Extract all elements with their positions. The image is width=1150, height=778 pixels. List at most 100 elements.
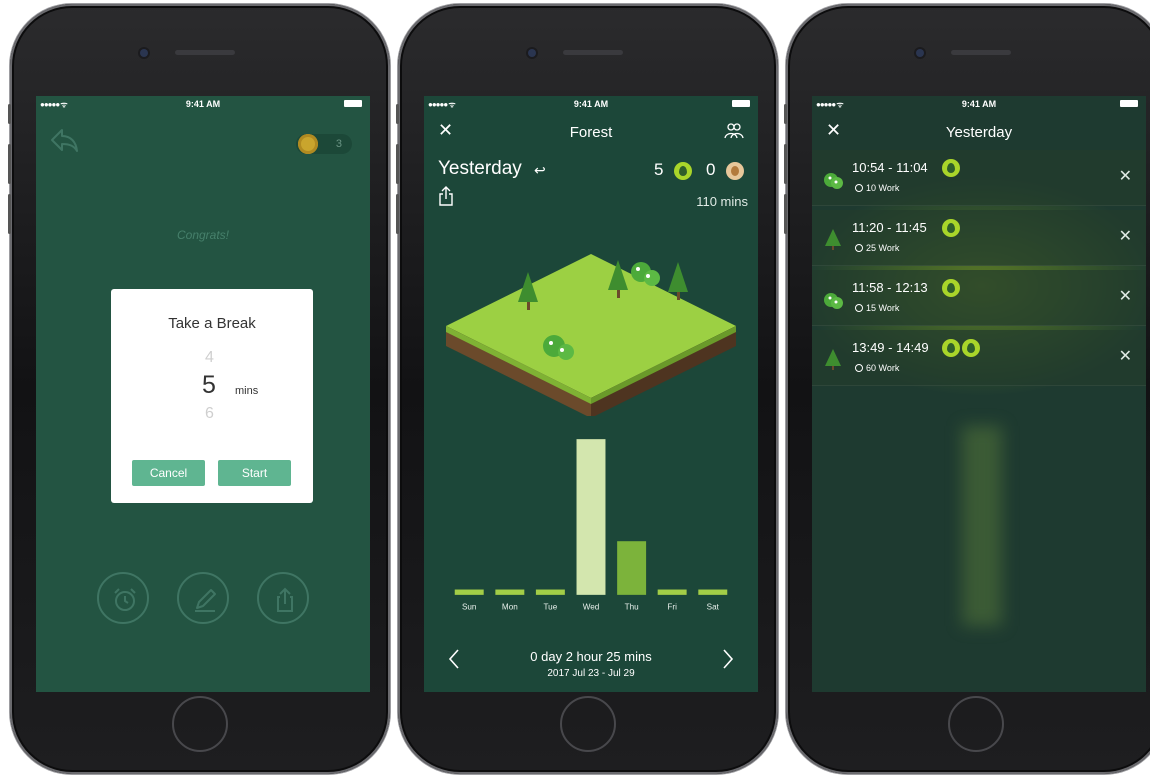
bar-tue[interactable] <box>535 589 565 595</box>
session-tag: 60 Work <box>855 363 899 373</box>
volume-down-button <box>784 194 787 234</box>
bush-icon <box>824 293 843 309</box>
battery-icon <box>1120 100 1138 107</box>
x-tick-label: Wed <box>583 602 600 611</box>
volume-up-button <box>8 144 11 184</box>
picker-previous-value[interactable]: 4 <box>205 349 214 367</box>
weekly-bar-chart: Sun Mon Tue Wed Thu Fri Sat <box>454 439 728 611</box>
session-time: 11:58 - 12:13 <box>852 280 928 295</box>
cancel-button[interactable]: Cancel <box>132 460 205 486</box>
phone-frame-1: ●●●●● ᯤ 9:41 AM 3 Congrats! Take a Break… <box>8 4 390 774</box>
page-title: Yesterday <box>945 124 1013 141</box>
home-button[interactable] <box>172 696 228 752</box>
front-camera <box>916 49 924 57</box>
leaf-icon <box>942 159 960 177</box>
session-duration: 25 <box>866 243 877 253</box>
earpiece-speaker <box>563 50 623 55</box>
picker-next-value[interactable]: 6 <box>205 405 214 423</box>
pine-tree-icon <box>825 229 841 250</box>
start-button[interactable]: Start <box>218 460 291 486</box>
alarm-button[interactable] <box>97 572 149 624</box>
trees-alive-count: 5 <box>654 160 664 179</box>
session-tag-label: Work <box>878 303 900 313</box>
delete-session-button[interactable]: ✕ <box>1119 226 1132 246</box>
status-time: 9:41 AM <box>573 99 609 109</box>
session-tag: 15 Work <box>855 303 899 313</box>
session-duration: 10 <box>866 183 877 193</box>
volume-up-button <box>784 144 787 184</box>
background-tree-glow <box>962 426 1002 626</box>
battery-icon <box>344 100 362 107</box>
volume-down-button <box>8 194 11 234</box>
volume-up-button <box>396 144 399 184</box>
session-row[interactable]: 10:54 - 11:04 10 Work ✕ <box>812 150 1146 206</box>
day-label[interactable]: Yesterday <box>438 158 522 180</box>
front-camera <box>528 49 536 57</box>
pine-tree-icon <box>825 349 841 370</box>
clock-icon <box>855 364 863 372</box>
bar-sat[interactable] <box>698 589 728 595</box>
bar-sun[interactable] <box>454 589 484 595</box>
session-tag-label: Work <box>878 363 900 373</box>
bar-fri[interactable] <box>657 589 687 595</box>
share-button[interactable] <box>257 572 309 624</box>
coin-balance[interactable]: 3 <box>296 134 352 154</box>
bar-wed[interactable] <box>576 439 606 595</box>
front-camera <box>140 49 148 57</box>
delete-session-button[interactable]: ✕ <box>1119 286 1132 306</box>
session-duration: 15 <box>866 303 877 313</box>
coin-count: 3 <box>335 138 342 150</box>
coin-icon <box>298 134 318 154</box>
session-time: 11:20 - 11:45 <box>852 220 927 235</box>
delete-session-button[interactable]: ✕ <box>1119 166 1132 186</box>
status-time: 9:41 AM <box>185 99 221 109</box>
page-title: Forest <box>569 124 613 141</box>
bush-icon <box>824 173 843 189</box>
edit-button[interactable] <box>177 572 229 624</box>
undo-icon[interactable]: ↩ <box>534 162 546 179</box>
x-tick-label: Mon <box>502 602 518 611</box>
forest-illustration <box>446 254 736 416</box>
x-tick-label: Tue <box>544 602 558 611</box>
back-arrow-icon[interactable] <box>48 126 80 154</box>
friends-icon[interactable] <box>724 122 744 140</box>
phone-frame-3: ●●●●● ᯤ 9:41 AM ✕ Yesterday 10:54 - 11:0… <box>784 4 1150 774</box>
session-row[interactable]: 11:58 - 12:13 15 Work ✕ <box>812 270 1146 326</box>
pencil-icon <box>195 589 216 612</box>
x-tick-label: Fri <box>667 602 677 611</box>
next-week-arrow-icon[interactable] <box>722 648 734 670</box>
picker-selected-value[interactable]: 5 <box>202 371 216 400</box>
session-time: 13:49 - 14:49 <box>852 340 929 355</box>
bar-thu[interactable] <box>617 541 647 595</box>
session-tag-label: Work <box>878 183 900 193</box>
session-tag: 25 Work <box>855 243 899 253</box>
battery-icon <box>732 100 750 107</box>
home-button[interactable] <box>560 696 616 752</box>
session-row[interactable]: 11:20 - 11:45 25 Work ✕ <box>812 210 1146 266</box>
home-button[interactable] <box>948 696 1004 752</box>
session-row[interactable]: 13:49 - 14:49 60 Work ✕ <box>812 330 1146 386</box>
picker-unit-label: mins <box>235 385 259 397</box>
clock-icon <box>855 244 863 252</box>
trees-dead-count: 0 <box>706 160 716 179</box>
total-focus-time: 0 day 2 hour 25 mins <box>530 649 652 664</box>
leaf-icon <box>942 339 960 357</box>
status-bar: ●●●●● ᯤ 9:41 AM <box>812 96 1146 112</box>
delete-session-button[interactable]: ✕ <box>1119 346 1132 366</box>
bar-mon[interactable] <box>495 589 525 595</box>
mute-switch <box>396 104 399 124</box>
leaf-icon <box>942 279 960 297</box>
nav-bar: ✕ Yesterday <box>812 112 1146 150</box>
earpiece-speaker <box>175 50 235 55</box>
break-dialog: Take a Break 4 5 mins 6 Cancel Start <box>111 289 313 503</box>
alive-tree-icon <box>674 162 692 180</box>
phone-frame-2: ●●●●● ᯤ 9:41 AM ✕ Forest Yesterday ↩ 5 0… <box>396 4 778 774</box>
x-tick-label: Thu <box>625 602 639 611</box>
share-icon[interactable] <box>438 186 454 206</box>
session-duration: 60 <box>866 363 877 373</box>
alarm-clock-icon <box>114 588 136 611</box>
status-bar: ●●●●● ᯤ 9:41 AM <box>424 96 758 112</box>
leaf-icon <box>962 339 980 357</box>
forest-screen: ●●●●● ᯤ 9:41 AM ✕ Forest Yesterday ↩ 5 0… <box>424 96 758 692</box>
dead-tree-icon <box>726 162 744 180</box>
